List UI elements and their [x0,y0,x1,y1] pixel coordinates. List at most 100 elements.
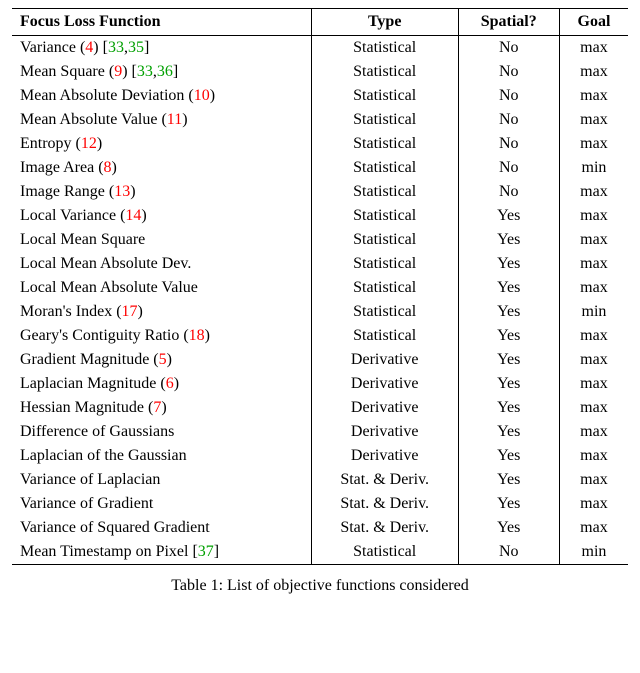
cell-goal: max [559,516,628,540]
cell-type: Statistical [311,84,458,108]
cell-spatial: Yes [458,324,559,348]
equation-ref[interactable]: 17 [122,303,138,320]
cell-goal: max [559,276,628,300]
cell-function: Entropy (12) [12,132,311,156]
equation-ref[interactable]: 8 [104,159,112,176]
cell-type: Stat. & Deriv. [311,468,458,492]
caption-prefix: Table 1: [171,577,227,594]
cell-spatial: Yes [458,396,559,420]
citation-ref[interactable]: 33 [137,63,153,80]
function-name: Mean Absolute Value [20,111,157,128]
cell-goal: max [559,132,628,156]
cell-type: Statistical [311,180,458,204]
cell-goal: max [559,324,628,348]
focus-loss-table: Focus Loss Function Type Spatial? Goal V… [12,8,628,565]
table-row: Local Mean SquareStatisticalYesmax [12,228,628,252]
cell-type: Derivative [311,444,458,468]
table-row: Local Mean Absolute ValueStatisticalYesm… [12,276,628,300]
function-name: Moran's Index [20,303,112,320]
function-name: Mean Absolute Deviation [20,87,184,104]
cell-spatial: No [458,132,559,156]
table-header-row: Focus Loss Function Type Spatial? Goal [12,9,628,36]
cell-spatial: Yes [458,372,559,396]
function-name: Image Area [20,159,94,176]
cell-function: Laplacian of the Gaussian [12,444,311,468]
function-name: Difference of Gaussians [20,423,174,440]
table-row: Variance of LaplacianStat. & Deriv.Yesma… [12,468,628,492]
cell-goal: max [559,204,628,228]
col-header-type: Type [311,9,458,36]
function-name: Laplacian of the Gaussian [20,447,187,464]
equation-ref[interactable]: 5 [159,351,167,368]
table-row: Geary's Contiguity Ratio (18)Statistical… [12,324,628,348]
function-name: Variance of Gradient [20,495,153,512]
cell-spatial: Yes [458,492,559,516]
citation-ref[interactable]: 35 [128,39,144,56]
table-caption: Table 1: List of objective functions con… [12,577,628,595]
equation-ref[interactable]: 11 [167,111,182,128]
equation-ref[interactable]: 7 [153,399,161,416]
cell-type: Statistical [311,276,458,300]
cell-function: Moran's Index (17) [12,300,311,324]
cell-spatial: Yes [458,516,559,540]
function-name: Mean Square [20,63,105,80]
equation-ref[interactable]: 14 [125,207,141,224]
cell-type: Statistical [311,300,458,324]
cell-function: Image Area (8) [12,156,311,180]
cell-type: Statistical [311,252,458,276]
cell-goal: max [559,252,628,276]
table-row: Laplacian Magnitude (6)DerivativeYesmax [12,372,628,396]
function-name: Image Range [20,183,105,200]
table-row: Variance of Squared GradientStat. & Deri… [12,516,628,540]
cell-function: Mean Absolute Value (11) [12,108,311,132]
cell-function: Local Mean Absolute Dev. [12,252,311,276]
equation-ref[interactable]: 4 [85,39,93,56]
equation-ref[interactable]: 18 [189,327,205,344]
citation-ref[interactable]: 37 [198,543,214,560]
cell-goal: max [559,84,628,108]
function-name: Local Variance [20,207,116,224]
equation-ref[interactable]: 6 [166,375,174,392]
cell-goal: max [559,468,628,492]
citation-ref[interactable]: 36 [157,63,173,80]
cell-type: Derivative [311,396,458,420]
cell-function: Variance (4) [33,35] [12,36,311,61]
cell-spatial: No [458,180,559,204]
function-name: Variance [20,39,76,56]
cell-spatial: Yes [458,420,559,444]
table-row: Mean Square (9) [33,36]StatisticalNomax [12,60,628,84]
cell-spatial: No [458,540,559,565]
equation-ref[interactable]: 12 [81,135,97,152]
function-name: Hessian Magnitude [20,399,144,416]
cell-type: Statistical [311,108,458,132]
cell-type: Statistical [311,132,458,156]
cell-spatial: No [458,84,559,108]
equation-ref[interactable]: 10 [194,87,210,104]
cell-function: Variance of Gradient [12,492,311,516]
cell-type: Derivative [311,348,458,372]
cell-type: Statistical [311,60,458,84]
equation-ref[interactable]: 13 [114,183,130,200]
cell-type: Statistical [311,204,458,228]
cell-function: Geary's Contiguity Ratio (18) [12,324,311,348]
cell-spatial: No [458,60,559,84]
function-name: Local Mean Square [20,231,145,248]
cell-function: Mean Absolute Deviation (10) [12,84,311,108]
table-row: Mean Absolute Deviation (10)StatisticalN… [12,84,628,108]
cell-goal: min [559,540,628,565]
cell-function: Hessian Magnitude (7) [12,396,311,420]
citation-ref[interactable]: 33 [108,39,124,56]
cell-type: Statistical [311,156,458,180]
cell-goal: max [559,396,628,420]
function-name: Variance of Laplacian [20,471,160,488]
cell-function: Mean Timestamp on Pixel [37] [12,540,311,565]
col-header-function: Focus Loss Function [12,9,311,36]
cell-type: Derivative [311,420,458,444]
cell-goal: max [559,228,628,252]
table-row: Variance of GradientStat. & Deriv.Yesmax [12,492,628,516]
cell-spatial: Yes [458,204,559,228]
function-name: Variance of Squared Gradient [20,519,210,536]
cell-spatial: Yes [458,300,559,324]
equation-ref[interactable]: 9 [114,63,122,80]
table-row: Image Range (13)StatisticalNomax [12,180,628,204]
